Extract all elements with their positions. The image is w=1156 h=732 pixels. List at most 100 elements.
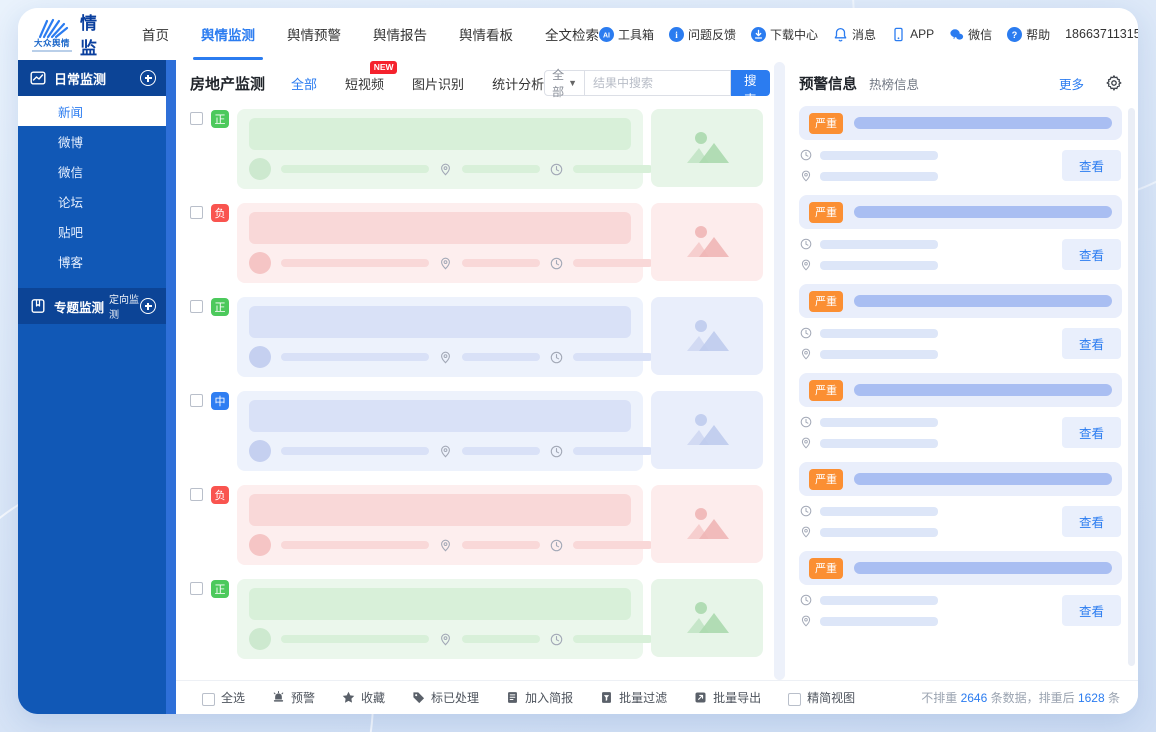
tab-图片识别[interactable]: 图片识别 [412, 74, 464, 93]
sidebar-section-topic[interactable]: 专题监测 定向监测 [18, 288, 166, 324]
monitor-header: 房地产监测 全部 短视频NEW 图片识别 统计分析 全部 ▼ 搜索 [190, 60, 770, 107]
utility-label: 工具箱 [618, 27, 655, 42]
severity-badge: 严重 [809, 112, 843, 134]
nav-item-舆情看板[interactable]: 舆情看板 [459, 8, 513, 60]
add-daily-monitor-button[interactable] [140, 70, 156, 86]
time-icon [800, 594, 812, 606]
alert-title-row[interactable]: 严重 [799, 373, 1122, 407]
scrollbar[interactable] [1128, 108, 1135, 666]
action-批量过滤[interactable]: 批量过滤 [600, 689, 667, 706]
alert-body: 查看 [799, 238, 1122, 271]
article-card[interactable] [237, 485, 653, 565]
action-精简视图[interactable]: 精简视图 [788, 689, 855, 706]
svg-text:?: ? [1012, 30, 1018, 40]
action-加入简报[interactable]: 加入简报 [506, 689, 573, 706]
view-button[interactable]: 查看 [1061, 417, 1121, 448]
alert-title-skeleton [854, 295, 1112, 307]
time-skeleton [573, 165, 653, 173]
item-checkbox[interactable] [190, 206, 203, 219]
item-checkbox[interactable] [190, 488, 203, 501]
search-scope-select[interactable]: 全部 ▼ [544, 68, 586, 99]
action-标已处理[interactable]: 标已处理 [412, 689, 479, 706]
alert-title-row[interactable]: 严重 [799, 106, 1122, 140]
item-checkbox[interactable] [190, 112, 203, 125]
view-button[interactable]: 查看 [1061, 150, 1121, 181]
action-全选[interactable]: 全选 [202, 689, 245, 706]
gear-icon[interactable] [1106, 75, 1122, 91]
tab-统计分析[interactable]: 统计分析 [492, 74, 544, 93]
action-label: 预警 [291, 691, 316, 705]
utility-bar: AI 工具箱 i 问题反馈 下载中心 消息 APP 微信 ? 帮助 [599, 26, 1050, 43]
location-icon [439, 351, 452, 364]
location-icon [800, 348, 812, 360]
view-button[interactable]: 查看 [1061, 595, 1121, 626]
account-phone[interactable]: 18663711315 ▼ [1065, 27, 1138, 41]
location-skeleton [820, 527, 938, 537]
nav-item-全文检索[interactable]: 全文检索 [545, 8, 599, 60]
monitor-title: 房地产监测 [190, 75, 266, 93]
alert-card: 严重 查看 [799, 462, 1122, 538]
search-button[interactable]: 搜索 [731, 70, 770, 107]
sidebar-section-daily[interactable]: 日常监测 [18, 60, 166, 96]
item-checkbox[interactable] [190, 300, 203, 313]
tab-短视频[interactable]: 短视频 NEW [345, 60, 398, 93]
tab-hotlist[interactable]: 热榜信息 [869, 74, 919, 93]
sidebar-item-论坛[interactable]: 论坛 [18, 186, 166, 216]
alert-title-row[interactable]: 严重 [799, 195, 1122, 229]
bottom-toolbar: 全选 预警 收藏 标已处理 加入简报 批量过滤 批量导出 精简视图 不排重 2646 条数据，… [176, 680, 1138, 714]
sidebar-menu: 新闻 微博 微信 论坛 贴吧 博客 [18, 96, 166, 276]
checkbox[interactable] [202, 692, 215, 706]
utility-help[interactable]: ? 帮助 [1007, 26, 1050, 43]
phone-icon [891, 27, 906, 42]
utility-toolbox[interactable]: AI 工具箱 [599, 26, 654, 43]
tab-全部[interactable]: 全部 [291, 74, 317, 93]
avatar [249, 158, 271, 180]
avatar [249, 628, 271, 650]
checkbox[interactable] [788, 692, 802, 706]
alert-title-row[interactable]: 严重 [799, 462, 1122, 496]
utility-phone[interactable]: APP [891, 27, 934, 42]
sidebar-item-贴吧[interactable]: 贴吧 [18, 216, 166, 246]
action-收藏[interactable]: 收藏 [342, 689, 385, 706]
alert-title-row[interactable]: 严重 [799, 551, 1122, 585]
sentiment-badge: 中 [211, 392, 229, 410]
sidebar-item-微信[interactable]: 微信 [18, 156, 166, 186]
more-link[interactable]: 更多 [1059, 74, 1084, 93]
action-预警[interactable]: 预警 [272, 689, 315, 706]
article-card[interactable] [237, 579, 653, 659]
avatar [249, 252, 271, 274]
item-checkbox[interactable] [190, 394, 203, 407]
time-skeleton [573, 635, 653, 643]
time-skeleton [820, 239, 938, 249]
article-card[interactable] [237, 391, 653, 471]
utility-info[interactable]: i 问题反馈 [669, 26, 736, 43]
article-card[interactable] [237, 203, 653, 283]
article-card[interactable] [237, 297, 653, 377]
sidebar-item-新闻[interactable]: 新闻 [18, 96, 166, 126]
search-input[interactable] [585, 70, 732, 96]
title-skeleton [249, 494, 631, 526]
nav-item-舆情预警[interactable]: 舆情预警 [287, 8, 341, 60]
nav-item-舆情监测[interactable]: 舆情监测 [193, 8, 263, 60]
utility-download[interactable]: 下载中心 [751, 26, 818, 43]
nav-item-首页[interactable]: 首页 [142, 8, 169, 60]
alert-card: 严重 查看 [799, 551, 1122, 627]
source-skeleton [281, 635, 429, 643]
panel-divider [774, 62, 785, 680]
add-topic-monitor-button[interactable] [140, 298, 156, 314]
article-card[interactable] [237, 109, 653, 189]
nav-item-舆情报告[interactable]: 舆情报告 [373, 8, 427, 60]
view-button[interactable]: 查看 [1061, 506, 1121, 537]
view-button[interactable]: 查看 [1061, 328, 1121, 359]
sidebar-item-微博[interactable]: 微博 [18, 126, 166, 156]
new-badge: NEW [370, 60, 398, 74]
line-chart-icon [30, 70, 46, 86]
sidebar-item-博客[interactable]: 博客 [18, 246, 166, 276]
action-批量导出[interactable]: 批量导出 [694, 689, 761, 706]
utility-bell[interactable]: 消息 [833, 26, 876, 43]
view-button[interactable]: 查看 [1061, 239, 1121, 270]
alert-title-row[interactable]: 严重 [799, 284, 1122, 318]
sentiment-badge: 负 [211, 204, 229, 222]
utility-wechat[interactable]: 微信 [949, 26, 992, 43]
item-checkbox[interactable] [190, 582, 203, 595]
